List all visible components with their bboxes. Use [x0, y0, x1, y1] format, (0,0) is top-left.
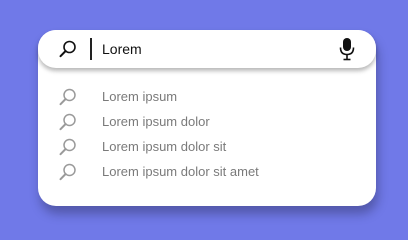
search-icon [58, 87, 78, 107]
search-dropdown-panel: Lorem Lorem ipsum Lorem ipsum dolor Lore… [38, 30, 376, 206]
search-icon[interactable] [58, 39, 78, 59]
suggestion-item[interactable]: Lorem ipsum dolor [38, 110, 376, 134]
suggestion-label: Lorem ipsum dolor [102, 114, 210, 129]
search-icon [58, 162, 78, 182]
search-bar[interactable]: Lorem [38, 30, 376, 68]
search-input[interactable]: Lorem [102, 40, 142, 58]
search-icon [58, 112, 78, 132]
suggestion-item[interactable]: Lorem ipsum [38, 85, 376, 109]
suggestion-label: Lorem ipsum [102, 89, 178, 104]
microphone-icon[interactable] [338, 37, 356, 61]
text-cursor [90, 38, 92, 60]
suggestion-label: Lorem ipsum dolor sit amet [102, 164, 259, 179]
suggestion-item[interactable]: Lorem ipsum dolor sit amet [38, 160, 376, 184]
suggestion-label: Lorem ipsum dolor sit [102, 139, 227, 154]
search-icon [58, 137, 78, 157]
suggestion-item[interactable]: Lorem ipsum dolor sit [38, 135, 376, 159]
